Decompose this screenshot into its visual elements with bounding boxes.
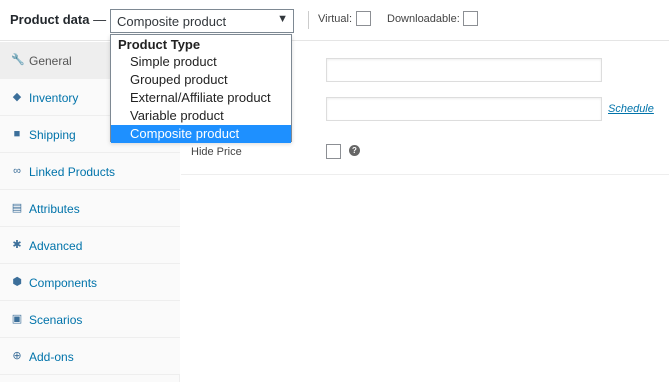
hide-price-checkbox[interactable] [326, 144, 341, 159]
option-external-affiliate-product[interactable]: External/Affiliate product [111, 89, 291, 107]
link-icon: ∞ [13, 165, 21, 177]
list-icon: ▤ [11, 202, 23, 214]
virtual-label: Virtual: [318, 13, 353, 25]
tab-label: Components [29, 276, 98, 290]
downloadable-checkbox[interactable] [463, 11, 478, 26]
product-type-value: Composite product [117, 14, 227, 29]
option-variable-product[interactable]: Variable product [111, 107, 291, 125]
tab-label: Shipping [29, 128, 76, 142]
tab-components[interactable]: ⬢ Components [0, 264, 180, 301]
sale-price-input[interactable] [326, 97, 602, 121]
schedule-link[interactable]: Schedule [608, 103, 654, 115]
header-divider [308, 11, 309, 29]
option-composite-product[interactable]: Composite product [111, 125, 291, 143]
truck-icon: ■ [13, 128, 21, 140]
downloadable-label: Downloadable: [387, 13, 460, 25]
option-simple-product[interactable]: Simple product [111, 53, 291, 71]
tab-linked-products[interactable]: ∞ Linked Products [0, 153, 180, 190]
virtual-checkbox[interactable] [356, 11, 371, 26]
tab-label: Linked Products [29, 165, 116, 179]
plus-circle-icon: ⊕ [12, 350, 22, 362]
tab-advanced[interactable]: ✱ Advanced [0, 227, 180, 264]
tab-label: Scenarios [29, 313, 83, 327]
wrench-icon: 🔧 [11, 54, 25, 66]
help-icon[interactable]: ? [349, 145, 360, 156]
product-type-select[interactable]: Composite product ▼ [110, 9, 294, 33]
optgroup-label: Product Type [118, 37, 201, 52]
title-dash: — [93, 12, 107, 27]
hide-price-label: Hide Price [191, 146, 242, 158]
product-data-label: Product data [10, 12, 90, 27]
scenarios-icon: ▣ [11, 313, 23, 325]
tab-label: Advanced [29, 239, 83, 253]
tab-label: Inventory [29, 91, 79, 105]
regular-price-input[interactable] [326, 58, 602, 82]
product-data-header: Product data — Composite product ▼ Virtu… [0, 0, 669, 41]
product-data-title: Product data — [10, 12, 106, 27]
tab-label: Attributes [29, 202, 80, 216]
option-grouped-product[interactable]: Grouped product [111, 71, 291, 89]
tab-attributes[interactable]: ▤ Attributes [0, 190, 180, 227]
tab-add-ons[interactable]: ⊕ Add-ons [0, 338, 180, 375]
caret-down-icon: ▼ [277, 13, 288, 25]
product-type-dropdown: Product Type Simple product Grouped prod… [110, 34, 292, 143]
tab-scenarios[interactable]: ▣ Scenarios [0, 301, 180, 338]
tag-icon: ◆ [12, 91, 22, 103]
tab-label: General [29, 54, 72, 68]
tab-label: Add-ons [29, 350, 74, 364]
components-icon: ⬢ [12, 276, 22, 288]
gear-icon: ✱ [12, 239, 22, 251]
